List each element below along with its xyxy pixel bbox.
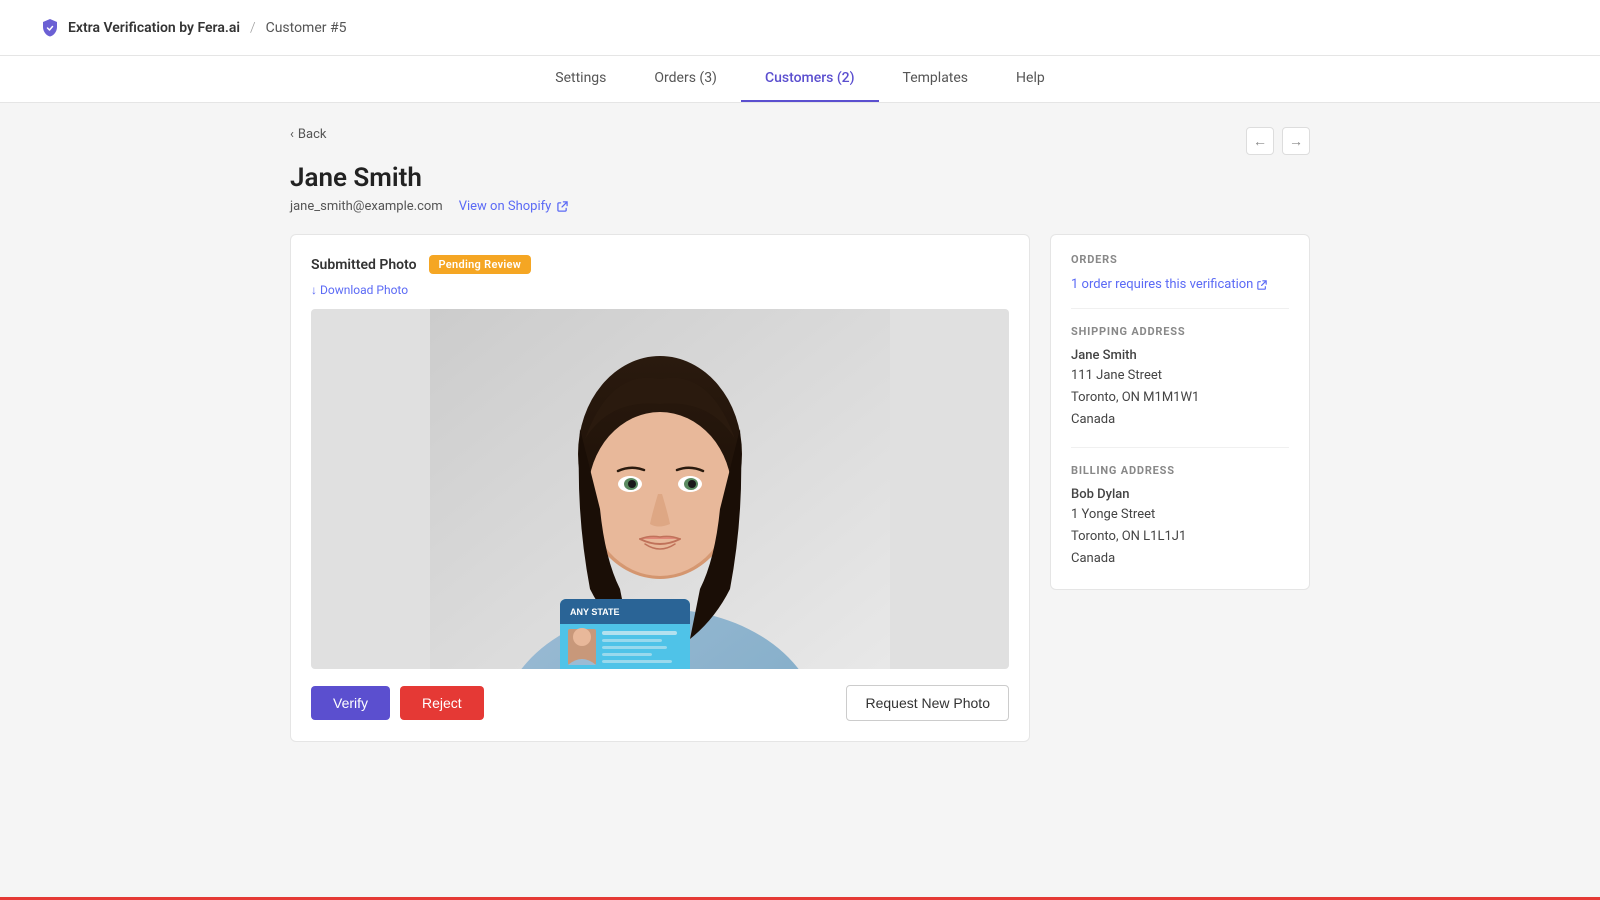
verify-button[interactable]: Verify	[311, 686, 390, 720]
sidebar-divider-1	[1071, 308, 1289, 309]
billing-street: 1 Yonge Street	[1071, 504, 1289, 526]
photo-actions: Verify Reject Request New Photo	[311, 685, 1009, 721]
request-new-photo-button[interactable]: Request New Photo	[846, 685, 1009, 721]
billing-address-section: BILLING ADDRESS Bob Dylan 1 Yonge Street…	[1071, 464, 1289, 570]
external-link-icon-small	[1257, 280, 1267, 290]
reject-button[interactable]: Reject	[400, 686, 484, 720]
page-content: ‹ Back ← → Jane Smith jane_smith@example…	[250, 103, 1350, 766]
nav-item-settings[interactable]: Settings	[531, 56, 630, 102]
nav-item-templates[interactable]: Templates	[879, 56, 993, 102]
download-arrow-icon: ↓	[311, 283, 317, 297]
view-shopify-link[interactable]: View on Shopify	[459, 199, 568, 214]
main-layout: Submitted Photo Pending Review ↓ Downloa…	[290, 234, 1310, 742]
sidebar: ORDERS 1 order requires this verificatio…	[1050, 234, 1310, 590]
customer-name: Jane Smith	[290, 163, 1310, 193]
app-brand: Extra Verification by Fera.ai	[40, 18, 240, 38]
back-arrow-icon: ‹	[290, 127, 294, 142]
orders-link-text: 1 order requires this verification	[1071, 277, 1253, 292]
shipping-country: Canada	[1071, 409, 1289, 431]
photo-card-header: Submitted Photo Pending Review	[311, 255, 1009, 274]
action-left: Verify Reject	[311, 686, 484, 720]
sidebar-card: ORDERS 1 order requires this verificatio…	[1050, 234, 1310, 590]
submitted-photo-label: Submitted Photo	[311, 257, 417, 273]
shipping-street: 111 Jane Street	[1071, 365, 1289, 387]
billing-name: Bob Dylan	[1071, 487, 1289, 502]
header: Extra Verification by Fera.ai / Customer…	[0, 0, 1600, 56]
nav-arrows: ← →	[1246, 127, 1310, 155]
orders-section: ORDERS 1 order requires this verificatio…	[1071, 253, 1289, 292]
sidebar-divider-2	[1071, 447, 1289, 448]
orders-link[interactable]: 1 order requires this verification	[1071, 277, 1267, 292]
shipping-address-section: SHIPPING ADDRESS Jane Smith 111 Jane Str…	[1071, 325, 1289, 431]
download-link[interactable]: ↓ Download Photo	[311, 283, 408, 297]
submitted-photo-image: ANY STATE	[311, 309, 1009, 669]
billing-city: Toronto, ON L1L1J1	[1071, 526, 1289, 548]
id-photo-svg: ANY STATE	[311, 309, 1009, 669]
next-arrow[interactable]: →	[1282, 127, 1310, 155]
status-badge: Pending Review	[429, 255, 532, 274]
billing-country: Canada	[1071, 548, 1289, 570]
shipping-name: Jane Smith	[1071, 348, 1289, 363]
prev-arrow[interactable]: ←	[1246, 127, 1274, 155]
svg-text:ANY STATE: ANY STATE	[570, 607, 620, 617]
app-name: Extra Verification by Fera.ai	[68, 20, 240, 36]
download-label: Download Photo	[320, 283, 408, 297]
nav-item-customers[interactable]: Customers (2)	[741, 56, 879, 102]
photo-card: Submitted Photo Pending Review ↓ Downloa…	[290, 234, 1030, 742]
customer-meta: jane_smith@example.com View on Shopify	[290, 199, 1310, 214]
external-link-icon	[557, 201, 568, 212]
shield-icon	[40, 18, 60, 38]
page-header: ‹ Back ← →	[290, 127, 1310, 155]
main-nav: Settings Orders (3) Customers (2) Templa…	[0, 56, 1600, 103]
nav-item-orders[interactable]: Orders (3)	[630, 56, 741, 102]
page-context: Customer #5	[266, 20, 347, 36]
nav-item-help[interactable]: Help	[992, 56, 1069, 102]
orders-section-title: ORDERS	[1071, 253, 1289, 266]
customer-email: jane_smith@example.com	[290, 199, 443, 214]
header-separator: /	[250, 20, 256, 36]
view-shopify-label: View on Shopify	[459, 199, 552, 214]
shipping-city: Toronto, ON M1M1W1	[1071, 387, 1289, 409]
billing-address-title: BILLING ADDRESS	[1071, 464, 1289, 477]
back-link[interactable]: ‹ Back	[290, 127, 326, 142]
shipping-address-title: SHIPPING ADDRESS	[1071, 325, 1289, 338]
back-link-label: Back	[298, 127, 327, 142]
